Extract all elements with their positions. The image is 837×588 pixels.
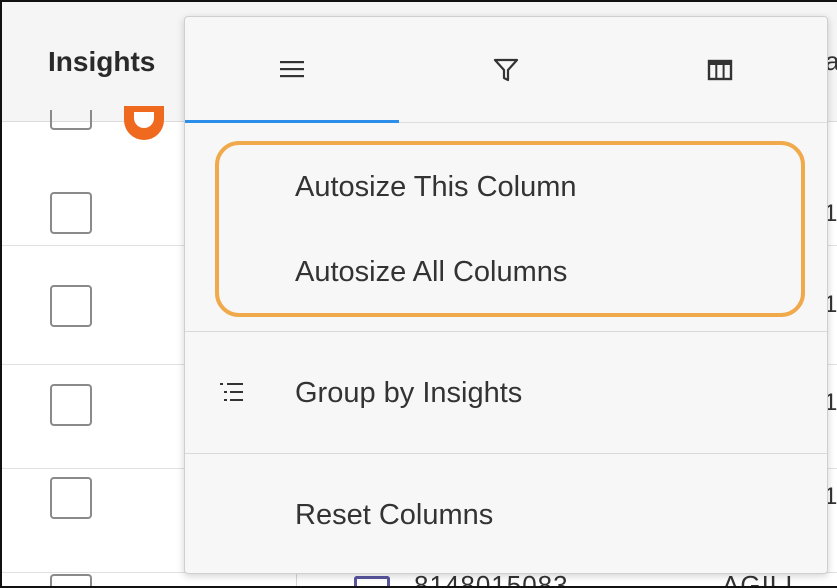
tab-general[interactable] [185,17,399,123]
autosize-all-columns-item[interactable]: Autosize All Columns [295,256,567,289]
row-checkbox[interactable] [50,285,92,327]
row-checkbox[interactable] [50,192,92,234]
status-indicator-icon [124,106,164,140]
column-menu-tabs [185,17,827,123]
data-grid: Insights a 1 1 1 1 8148015083 AGILI [0,0,837,588]
group-by-insights-item[interactable]: Group by Insights [295,377,522,410]
reset-columns-item[interactable]: Reset Columns [295,499,493,532]
column-header-insights[interactable]: Insights [48,46,155,78]
autosize-this-column-item[interactable]: Autosize This Column [295,171,577,204]
row-checkbox[interactable] [50,384,92,426]
tab-filter[interactable] [399,17,613,123]
group-by-icon [219,381,245,408]
tab-columns[interactable] [613,17,827,123]
row-checkbox[interactable] [50,574,92,586]
row-checkbox[interactable] [50,110,92,130]
columns-icon [707,59,733,81]
highlight-annotation [215,141,805,317]
menu-lines-icon [280,60,304,77]
menu-separator [185,331,827,332]
row-checkbox[interactable] [50,477,92,519]
column-menu: Autosize This Column Autosize All Column… [184,16,828,574]
calendar-icon [354,576,390,586]
filter-icon [493,58,519,82]
menu-separator [185,453,827,454]
